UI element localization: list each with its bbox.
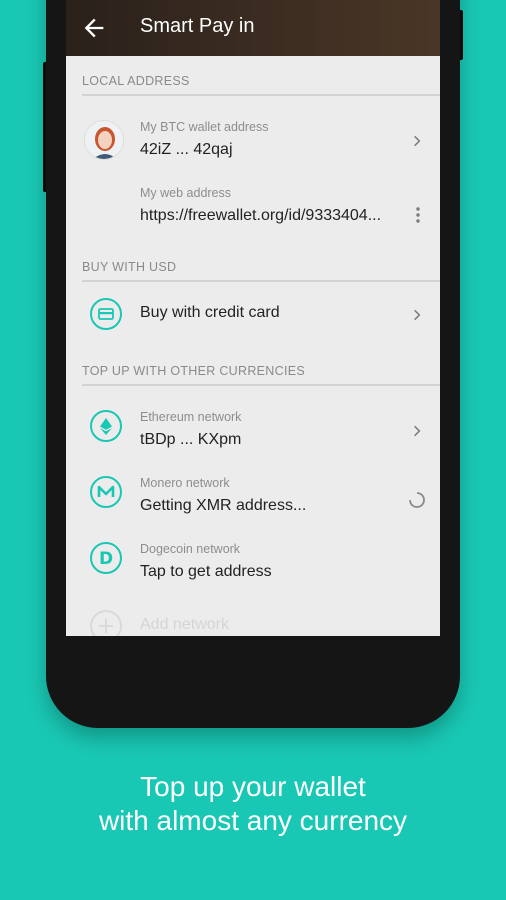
tagline-line-2: with almost any currency — [98, 805, 408, 836]
btc-address-label: My BTC wallet address — [140, 120, 269, 134]
web-address-value: https://freewallet.org/id/9333404... — [140, 207, 382, 224]
back-arrow-icon[interactable] — [80, 14, 108, 42]
btc-address-value: 42iZ ... 42qaj — [140, 141, 233, 158]
dogecoin-network-row[interactable]: D Dogecoin network Tap to get address — [66, 528, 440, 588]
monero-network-row[interactable]: Monero network Getting XMR address... — [66, 462, 440, 522]
page-title: Smart Pay in — [140, 15, 255, 37]
buy-credit-card-row[interactable]: Buy with credit card — [66, 288, 440, 338]
toolbar: Smart Pay in — [66, 0, 440, 56]
btc-address-row[interactable]: My BTC wallet address 42iZ ... 42qaj — [66, 100, 440, 170]
ethereum-network-label: Ethereum network — [140, 410, 242, 424]
app-screen: Smart Pay in LOCAL ADDRESS My BTC wallet… — [66, 0, 440, 636]
divider — [82, 280, 440, 282]
avatar-icon — [85, 121, 123, 159]
buy-credit-card-label: Buy with credit card — [140, 304, 280, 321]
ethereum-address-value: tBDp ... KXpm — [140, 431, 242, 448]
chevron-right-icon — [414, 135, 421, 147]
tagline: Top up your wallet with almost any curre… — [0, 770, 506, 838]
chevron-right-icon — [414, 309, 421, 321]
web-address-label: My web address — [140, 186, 232, 200]
section-header-local-address: LOCAL ADDRESS — [82, 74, 190, 88]
svg-text:D: D — [99, 549, 113, 569]
add-network-label: Add network — [140, 616, 229, 633]
dogecoin-address-value: Tap to get address — [140, 563, 272, 580]
dogecoin-network-label: Dogecoin network — [140, 542, 241, 556]
monero-icon — [90, 476, 122, 508]
avatar — [84, 120, 124, 160]
monero-network-label: Monero network — [140, 476, 230, 490]
monero-address-value: Getting XMR address... — [140, 497, 307, 514]
chevron-right-icon — [414, 425, 421, 437]
divider — [82, 94, 440, 96]
add-icon — [90, 610, 122, 636]
ethereum-icon — [90, 410, 122, 442]
web-address-row[interactable]: My web address https://freewallet.org/id… — [66, 178, 440, 238]
credit-card-icon — [90, 298, 122, 330]
section-header-top-up: TOP UP WITH OTHER CURRENCIES — [82, 364, 306, 378]
dogecoin-icon: D — [90, 542, 122, 574]
tagline-line-1: Top up your wallet — [140, 771, 366, 802]
ethereum-network-row[interactable]: Ethereum network tBDp ... KXpm — [66, 396, 440, 456]
section-header-buy-with-usd: BUY WITH USD — [82, 260, 177, 274]
add-network-row[interactable]: Add network — [66, 600, 440, 636]
loading-spinner-icon — [409, 492, 425, 508]
divider — [82, 384, 440, 386]
more-vert-icon[interactable] — [414, 206, 422, 224]
